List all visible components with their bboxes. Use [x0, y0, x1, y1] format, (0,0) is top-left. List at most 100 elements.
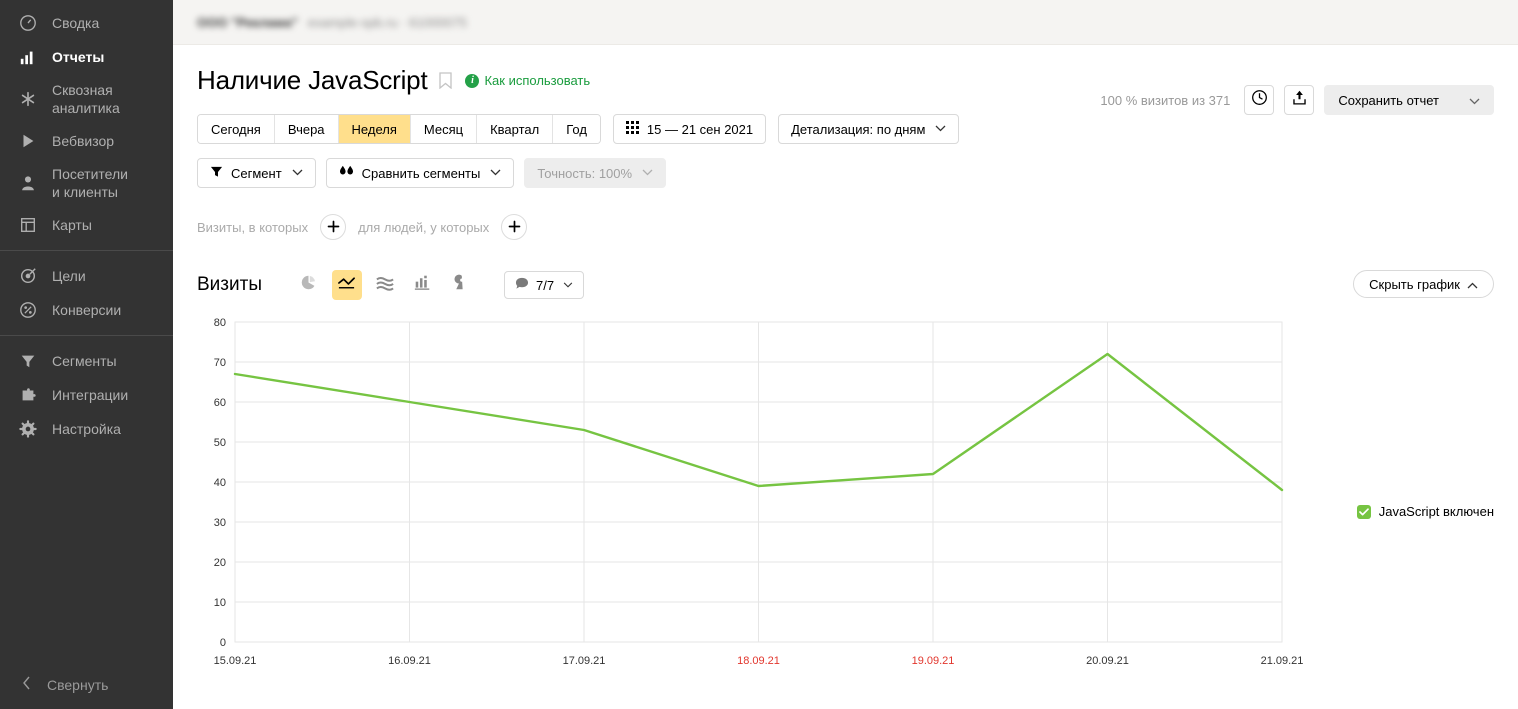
sidebar-divider-1	[0, 250, 173, 251]
sidebar-item-label: Вебвизор	[52, 133, 115, 149]
sidebar-item-conversions[interactable]: Конверсии	[0, 293, 173, 327]
how-to-use-label: Как использовать	[484, 73, 591, 88]
sidebar-item-reports[interactable]: Отчеты	[0, 40, 173, 74]
sidebar-item-end-to-end-analytics[interactable]: Сквозная аналитика	[0, 74, 173, 124]
sidebar-item-label: Интеграции	[52, 387, 129, 403]
chevron-down-icon	[490, 168, 501, 178]
hide-chart-button[interactable]: Скрыть график	[1353, 270, 1494, 298]
sidebar: Сводка Отчеты Сквозная аналитика Вебвизо…	[0, 0, 173, 709]
y-axis-tick-label: 30	[214, 517, 226, 529]
user-icon	[18, 173, 38, 193]
period-segmented-control: Сегодня Вчера Неделя Месяц Квартал Год	[197, 114, 601, 144]
plus-icon	[508, 219, 521, 236]
chevron-down-icon	[935, 124, 946, 134]
sidebar-collapse-button[interactable]: Свернуть	[0, 664, 173, 709]
period-option-yesterday[interactable]: Вчера	[274, 115, 339, 143]
date-range-picker[interactable]: 15 — 21 сен 2021	[612, 114, 767, 144]
chart-svg[interactable]: 0 10 20 30 40 50 60 70 80 15.09.21 16.09.21 17.09.2…	[197, 318, 1307, 678]
top-account-bar: ООО "Рекламa" example-spb.ru · 61000075	[173, 0, 1518, 45]
gauge-icon	[18, 13, 38, 33]
share-export-icon	[1291, 89, 1308, 111]
bookmark-icon[interactable]	[439, 72, 453, 89]
funnel-icon	[210, 165, 223, 181]
sidebar-item-label: Сводка	[52, 15, 100, 31]
chart-type-pie-button[interactable]	[294, 270, 324, 300]
chart-metric-label: Визиты	[197, 274, 262, 295]
x-axis-tick-label: 20.09.21	[1086, 655, 1129, 667]
chart-type-bar-button[interactable]	[408, 270, 438, 300]
x-axis-tick-label: 21.09.21	[1261, 655, 1304, 667]
people-condition-label: для людей, у которых	[358, 219, 490, 235]
comments-dropdown[interactable]: 7/7	[503, 271, 585, 299]
sidebar-group-primary: Сводка Отчеты Сквозная аналитика Вебвизо…	[0, 0, 173, 248]
compare-drops-icon	[339, 165, 354, 181]
segment-dropdown[interactable]: Сегмент	[197, 158, 316, 188]
chevron-up-icon	[1467, 277, 1478, 292]
period-option-year[interactable]: Год	[553, 115, 600, 143]
segment-label: Сегмент	[231, 165, 282, 181]
sidebar-item-label: Отчеты	[52, 49, 105, 65]
sidebar-item-goals[interactable]: Цели	[0, 259, 173, 293]
sidebar-divider-2	[0, 335, 173, 336]
sidebar-item-segments[interactable]: Сегменты	[0, 344, 173, 378]
y-axis-tick-label: 20	[214, 557, 226, 569]
sidebar-item-label: Карты	[52, 217, 92, 233]
plus-icon	[327, 219, 340, 236]
segment-builder-row: Визиты, в которых для людей, у которых	[197, 214, 1494, 240]
date-range-label: 15 — 21 сен 2021	[646, 121, 754, 137]
percent-icon	[18, 300, 38, 320]
funnel-icon	[18, 351, 38, 371]
compare-segments-label: Сравнить сегменты	[361, 165, 481, 181]
add-visit-condition-button[interactable]	[320, 214, 347, 240]
sidebar-item-maps[interactable]: Карты	[0, 208, 173, 242]
y-axis-tick-label: 80	[214, 318, 226, 329]
sidebar-item-label: Конверсии	[52, 302, 122, 318]
comments-count: 7/7	[535, 277, 555, 293]
chart-type-area-button[interactable]	[370, 270, 400, 300]
bar-chart-icon	[414, 274, 431, 296]
chart-legend-item[interactable]: JavaScript включен	[1356, 504, 1494, 519]
y-axis-tick-label: 10	[214, 597, 226, 609]
compare-segments-dropdown[interactable]: Сравнить сегменты	[325, 158, 515, 188]
add-people-condition-button[interactable]	[501, 214, 528, 240]
export-button[interactable]	[1284, 85, 1315, 115]
period-option-month[interactable]: Месяц	[410, 115, 478, 143]
x-axis-tick-label: 16.09.21	[388, 655, 431, 667]
sidebar-item-visitors-clients[interactable]: Посетители и клиенты	[0, 158, 173, 208]
x-axis-tick-label: 15.09.21	[214, 655, 257, 667]
line-chart-icon	[337, 275, 356, 296]
main-content: ООО "Рекламa" example-spb.ru · 61000075 …	[173, 0, 1518, 709]
sidebar-item-settings[interactable]: Настройка	[0, 412, 173, 446]
site-identifier[interactable]: example-spb.ru · 61000075	[308, 15, 467, 30]
legend-label: JavaScript включен	[1378, 504, 1494, 519]
period-option-week[interactable]: Неделя	[338, 115, 411, 143]
chart-type-map-button[interactable]	[446, 270, 476, 300]
chart-type-line-button[interactable]	[331, 270, 362, 300]
accuracy-dropdown[interactable]: Точность: 100%	[524, 158, 667, 188]
sidebar-item-webvisor[interactable]: Вебвизор	[0, 124, 173, 158]
sidebar-group-goals: Цели Конверсии	[0, 253, 173, 333]
page-title: Наличие JavaScript	[197, 65, 428, 95]
x-axis-tick-label: 18.09.21	[737, 655, 780, 667]
sidebar-item-label: Посетители и клиенты	[52, 166, 128, 200]
period-option-quarter[interactable]: Квартал	[477, 115, 554, 143]
bar-chart-icon	[18, 47, 38, 67]
save-report-button[interactable]: Сохранить отчет	[1324, 85, 1494, 115]
comment-bubble-icon	[515, 277, 529, 293]
chevron-down-icon	[642, 168, 653, 178]
pie-chart-icon	[300, 274, 317, 296]
detail-level-dropdown[interactable]: Детализация: по дням	[778, 114, 960, 144]
history-button[interactable]	[1244, 85, 1275, 115]
how-to-use-link[interactable]: i Как использовать	[465, 73, 590, 88]
sidebar-item-integrations[interactable]: Интеграции	[0, 378, 173, 412]
x-axis-tick-label: 19.09.21	[912, 655, 955, 667]
area-chart-icon	[376, 275, 394, 296]
account-name[interactable]: ООО "Рекламa"	[197, 15, 298, 30]
sidebar-item-label: Сегменты	[52, 353, 117, 369]
period-option-today[interactable]: Сегодня	[198, 115, 275, 143]
legend-checkbox[interactable]	[1356, 504, 1371, 519]
chevron-down-icon	[563, 280, 573, 290]
sidebar-item-summary[interactable]: Сводка	[0, 6, 173, 40]
segments-filter-row: Сегмент Сравнить сегменты Точность: 100%	[197, 158, 1494, 188]
header-actions: 100 % визитов из 371 Сохранить отчет	[1100, 85, 1494, 115]
